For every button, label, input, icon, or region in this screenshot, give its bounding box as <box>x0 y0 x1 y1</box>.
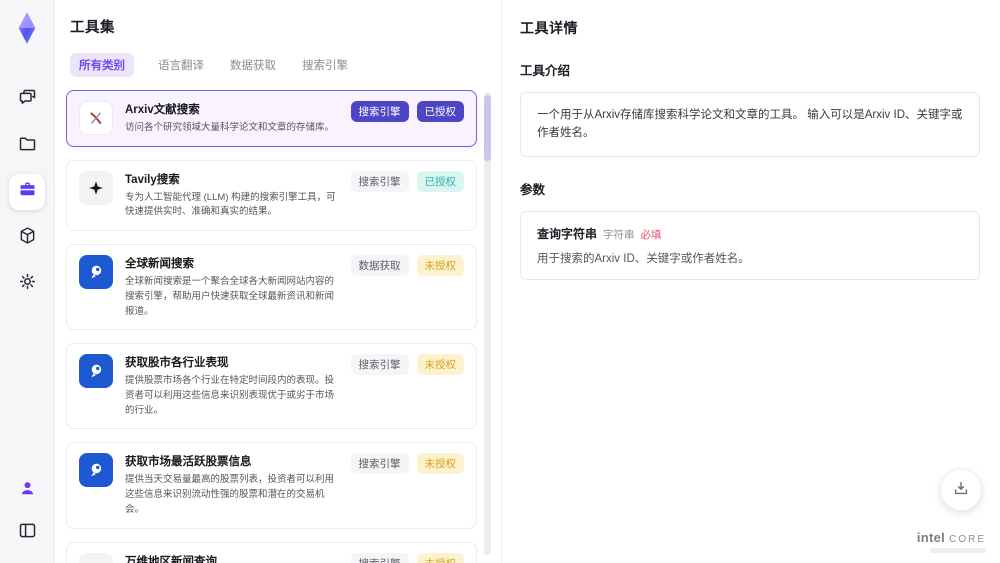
tab-search-engine[interactable]: 搜索引擎 <box>300 53 350 77</box>
tool-card-global-news[interactable]: 全球新闻搜索 全球新闻搜索是一个聚合全球各大新闻网站内容的搜索引擎，帮助用户快速… <box>66 244 477 331</box>
tool-badges: 数据获取 未授权 <box>350 255 464 319</box>
tool-badges: 搜索引擎 未授权 <box>350 354 464 418</box>
tool-name: 获取股市各行业表现 <box>125 357 229 370</box>
auth-status-badge: 已授权 <box>416 101 464 122</box>
tool-description: 专为人工智能代理 (LLM) 构建的搜索引擎工具，可快速提供实时、准确和真实的结… <box>125 191 336 218</box>
page-title: 工具集 <box>70 20 115 36</box>
toolbox-icon <box>17 179 38 205</box>
param-type: 字符串 <box>603 228 635 241</box>
user-avatar-icon <box>17 478 38 504</box>
param-description: 用于搜索的Arxiv ID、关键字或作者姓名。 <box>537 252 750 265</box>
category-badge: 搜索引擎 <box>350 101 409 122</box>
sidebar-item-plugins[interactable] <box>9 220 45 256</box>
sidebar-item-files[interactable] <box>9 128 45 164</box>
tool-name: Arxiv文献搜索 <box>125 104 200 116</box>
category-badge: 搜索引擎 <box>350 170 409 192</box>
gear-icon <box>17 271 38 297</box>
sidebar-item-toolset[interactable] <box>9 174 45 210</box>
intel-core-wordmark: intel CORE <box>917 530 986 545</box>
intro-text: 一个用于从Arxiv存储库搜索科学论文和文章的工具。 输入可以是Arxiv ID… <box>537 109 963 140</box>
core-brand-text: CORE <box>949 534 986 545</box>
tool-badges: 搜索引擎 已授权 <box>350 101 464 136</box>
intel-core-badge: intel CORE <box>917 530 986 553</box>
search-bubble-icon <box>79 255 113 290</box>
tool-description: 提供股票市场各个行业在特定时间段内的表现。投资者可以利用这些信息来识别表现优于或… <box>125 375 335 416</box>
tool-card-active-stocks[interactable]: 获取市场最活跃股票信息 提供当天交易量最高的股票列表，投资者可以利用这些信息来识… <box>66 442 477 529</box>
app-window: 工具集 所有类别 语言翻译 数据获取 搜索引擎 Arxiv文献搜索 访问各个研究… <box>0 0 1000 563</box>
rail-bottom <box>9 473 45 551</box>
intel-badge-bar <box>930 548 986 553</box>
arxiv-icon <box>79 101 113 135</box>
tool-name: 全球新闻搜索 <box>125 258 194 271</box>
tool-card-tavily[interactable]: Tavily搜索 专为人工智能代理 (LLM) 构建的搜索引擎工具，可快速提供实… <box>66 159 477 232</box>
scrollbar-track[interactable] <box>484 92 491 555</box>
tool-description: 访问各个研究领域大量科学论文和文章的存储库。 <box>125 122 335 133</box>
tool-badges: 搜索引擎 未授权 <box>350 552 464 563</box>
folder-icon <box>17 133 38 159</box>
newspaper-icon <box>79 552 113 563</box>
sidebar-item-settings[interactable] <box>9 266 45 302</box>
tab-data-fetch[interactable]: 数据获取 <box>228 53 278 77</box>
param-box: 查询字符串 字符串 必填 用于搜索的Arxiv ID、关键字或作者姓名。 <box>520 210 980 280</box>
search-bubble-icon <box>79 354 113 389</box>
intro-heading: 工具介绍 <box>520 64 571 78</box>
category-badge: 搜索引擎 <box>350 552 409 563</box>
category-tabs: 所有类别 语言翻译 数据获取 搜索引擎 <box>70 53 495 77</box>
tool-card-body: 全球新闻搜索 全球新闻搜索是一个聚合全球各大新闻网站内容的搜索引擎，帮助用户快速… <box>125 255 339 319</box>
auth-status-badge: 已授权 <box>416 170 464 192</box>
tab-translation[interactable]: 语言翻译 <box>156 53 206 77</box>
auth-status-badge: 未授权 <box>416 255 464 277</box>
left-rail <box>0 0 55 563</box>
tool-card-body: 获取市场最活跃股票信息 提供当天交易量最高的股票列表，投资者可以利用这些信息来识… <box>125 453 339 517</box>
detail-title: 工具详情 <box>520 20 578 36</box>
tool-description: 全球新闻搜索是一个聚合全球各大新闻网站内容的搜索引擎，帮助用户快速获取全球最新资… <box>125 276 335 317</box>
intro-box: 一个用于从Arxiv存储库搜索科学论文和文章的工具。 输入可以是Arxiv ID… <box>520 92 980 157</box>
param-required-badge: 必填 <box>640 228 662 241</box>
chat-icon <box>17 87 38 113</box>
user-avatar[interactable] <box>9 473 45 509</box>
tool-list: Arxiv文献搜索 访问各个研究领域大量科学论文和文章的存储库。 搜索引擎 已授… <box>66 90 495 563</box>
collapse-panel-button[interactable] <box>9 515 45 551</box>
sparkle-star-icon <box>79 170 113 205</box>
tool-card-regional-news[interactable]: 万维地区新闻查询 查询具体行政区划内的新闻，快速了解各地新闻动态 搜索引擎 未授… <box>66 541 477 563</box>
download-icon <box>951 478 971 503</box>
params-heading: 参数 <box>520 182 546 197</box>
search-bubble-icon <box>79 453 113 488</box>
param-header-row: 查询字符串 字符串 必填 <box>537 225 963 242</box>
rail-nav <box>9 82 45 302</box>
download-button[interactable] <box>940 469 982 511</box>
auth-status-badge: 未授权 <box>416 453 464 475</box>
tool-card-body: 获取股市各行业表现 提供股票市场各个行业在特定时间段内的表现。投资者可以利用这些… <box>125 354 339 418</box>
param-name: 查询字符串 <box>537 226 598 241</box>
category-badge: 搜索引擎 <box>350 354 409 376</box>
tool-card-body: Arxiv文献搜索 访问各个研究领域大量科学论文和文章的存储库。 <box>125 101 334 136</box>
tool-name: 万维地区新闻查询 <box>125 555 217 563</box>
auth-status-badge: 未授权 <box>416 552 464 563</box>
scrollbar-thumb[interactable] <box>484 95 491 161</box>
cube-icon <box>17 225 38 251</box>
collapse-panel-icon <box>17 520 38 546</box>
tool-card-arxiv[interactable]: Arxiv文献搜索 访问各个研究领域大量科学论文和文章的存储库。 搜索引擎 已授… <box>66 90 477 147</box>
tool-badges: 搜索引擎 已授权 <box>350 170 464 220</box>
toolset-panel: 工具集 所有类别 语言翻译 数据获取 搜索引擎 Arxiv文献搜索 访问各个研究… <box>55 0 502 563</box>
app-logo-icon <box>9 10 45 46</box>
tool-card-body: Tavily搜索 专为人工智能代理 (LLM) 构建的搜索引擎工具，可快速提供实… <box>125 171 339 220</box>
tool-name: 获取市场最活跃股票信息 <box>125 456 252 469</box>
intel-brand-text: intel <box>916 530 946 545</box>
tool-card-body: 万维地区新闻查询 查询具体行政区划内的新闻，快速了解各地新闻动态 <box>125 553 339 563</box>
tool-name: Tavily搜索 <box>125 173 180 186</box>
tool-card-sector-performance[interactable]: 获取股市各行业表现 提供股票市场各个行业在特定时间段内的表现。投资者可以利用这些… <box>66 343 477 430</box>
tool-detail-panel: 工具详情 工具介绍 一个用于从Arxiv存储库搜索科学论文和文章的工具。 输入可… <box>502 0 1000 563</box>
sidebar-item-chat[interactable] <box>9 82 45 118</box>
auth-status-badge: 未授权 <box>416 354 464 376</box>
tool-description: 提供当天交易量最高的股票列表，投资者可以利用这些信息来识别流动性强的股票和潜在的… <box>125 474 335 515</box>
category-badge: 搜索引擎 <box>350 453 409 475</box>
category-badge: 数据获取 <box>350 255 409 277</box>
tool-badges: 搜索引擎 未授权 <box>350 453 464 517</box>
tab-all-categories[interactable]: 所有类别 <box>70 53 134 77</box>
